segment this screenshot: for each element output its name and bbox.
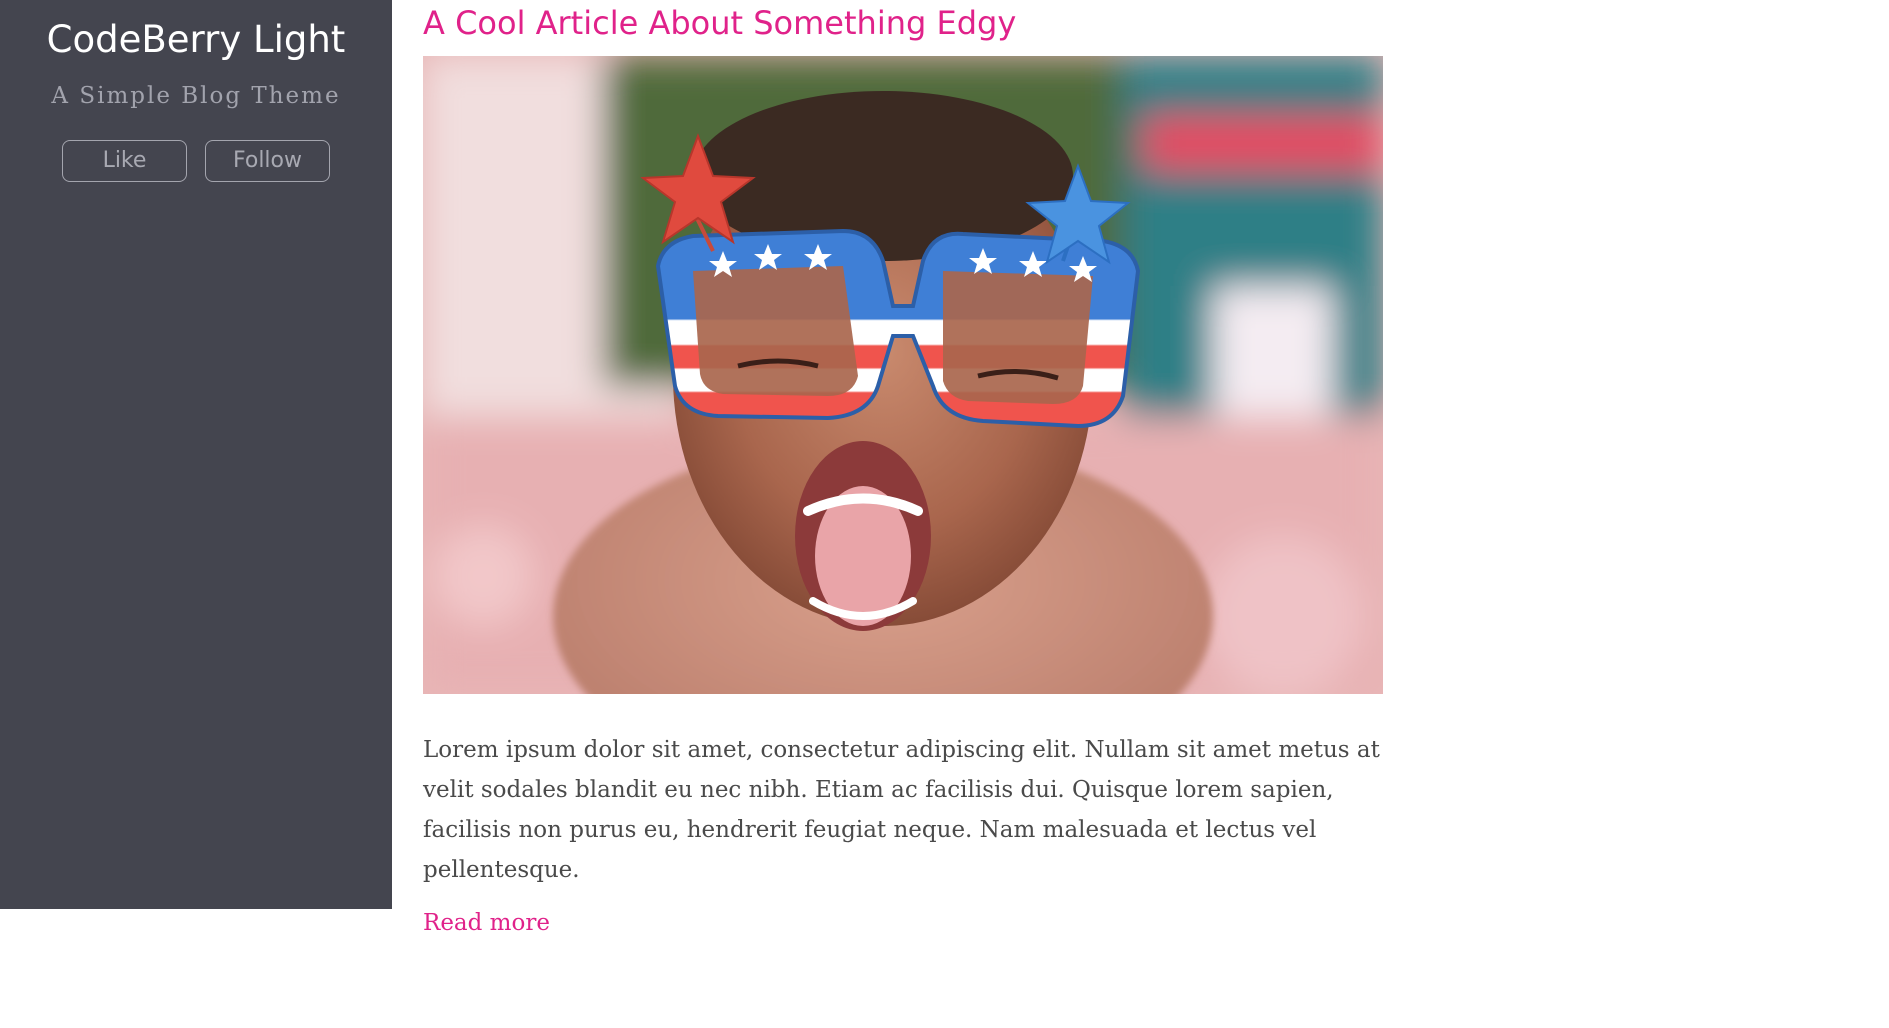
article-excerpt: Lorem ipsum dolor sit amet, consectetur … (423, 737, 1380, 883)
blog-title[interactable]: CodeBerry Light (0, 0, 392, 61)
article: A Cool Article About Something Edgy Lore… (423, 0, 1383, 936)
follow-button[interactable]: Follow (205, 140, 330, 182)
like-button[interactable]: Like (62, 140, 187, 182)
article-hero-image (423, 56, 1383, 694)
article-title[interactable]: A Cool Article About Something Edgy (423, 0, 1383, 42)
sidebar: CodeBerry Light A Simple Blog Theme Like… (0, 0, 392, 909)
blog-subtitle: A Simple Blog Theme (51, 83, 341, 109)
sidebar-buttons: Like Follow (0, 140, 392, 182)
main-content: A Cool Article About Something Edgy Lore… (423, 0, 1383, 936)
read-more-link[interactable]: Read more (423, 910, 550, 936)
hero-photo-illustration (423, 56, 1383, 694)
